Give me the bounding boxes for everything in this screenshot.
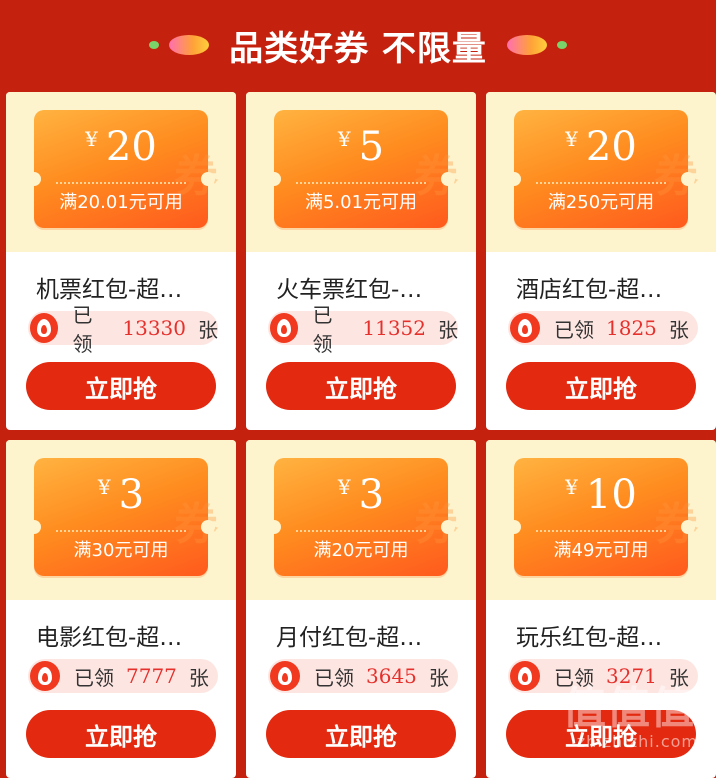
coupon-name: 月付红包-超…: [276, 625, 423, 651]
coupon-card-top: 券 ¥5 满5.01元可用: [246, 92, 476, 252]
claimed-count: 1825: [606, 316, 657, 340]
fire-icon: [30, 661, 60, 691]
yen-symbol: ¥: [85, 127, 98, 151]
claimed-unit: 张: [428, 665, 449, 690]
claimed-count: 3645: [366, 664, 417, 688]
claimed-count: 3271: [606, 664, 657, 688]
coupon-name: 玩乐红包-超…: [516, 625, 663, 651]
claimed-label: 已领: [74, 665, 114, 690]
coupon-card-top: 券 ¥3 满20元可用: [246, 440, 476, 600]
claimed-label: 已领: [312, 303, 333, 356]
coupon-card: 券 ¥5 满5.01元可用 火车票红包-… 已领 11352 张 立即抢: [246, 92, 476, 430]
coupon-card-top: 券 ¥20 满250元可用: [486, 92, 716, 252]
colorful-blob-icon: [169, 35, 210, 55]
coupon-card: 券 ¥3 满30元可用 电影红包-超… 已领 7777 张 立即抢: [6, 440, 236, 778]
ticket-divider: [56, 182, 186, 184]
coupon-amount: ¥20: [34, 124, 208, 170]
claimed-pill: 已领 3645 张: [268, 659, 458, 693]
grab-button[interactable]: 立即抢: [26, 362, 216, 410]
yen-symbol: ¥: [97, 475, 111, 499]
coupon-condition: 满250元可用: [547, 192, 655, 213]
coupon-name: 机票红包-超…: [36, 277, 183, 303]
claimed-unit: 张: [438, 317, 458, 342]
claimed-label: 已领: [554, 665, 594, 690]
claimed-unit: 张: [668, 317, 689, 342]
coupon-grid: 券 ¥20 满20.01元可用 机票红包-超… 已领 13330 张 立即抢 券…: [6, 92, 716, 778]
ticket-divider: [296, 530, 426, 532]
coupon-card: 券 ¥3 满20元可用 月付红包-超… 已领 3645 张 立即抢: [246, 440, 476, 778]
yen-symbol: ¥: [337, 127, 351, 151]
ticket-divider: [296, 182, 426, 184]
fire-icon: [270, 313, 299, 343]
section-header: 品类好券 不限量: [0, 0, 716, 90]
green-dot-icon: [149, 41, 160, 49]
claimed-pill: 已领 1825 张: [508, 311, 698, 345]
ticket-divider: [536, 530, 666, 532]
fire-icon: [510, 661, 540, 691]
claimed-count: 13330: [122, 316, 186, 340]
coupon-amount: ¥5: [274, 124, 448, 170]
coupon-condition: 满5.01元可用: [304, 192, 418, 213]
claimed-count: 11352: [362, 316, 426, 340]
green-dot-icon: [556, 41, 567, 49]
coupon-condition: 满49元可用: [553, 540, 649, 561]
coupon-ticket[interactable]: 券 ¥20 满20.01元可用: [27, 110, 218, 228]
claimed-label: 已领: [72, 303, 93, 356]
coupon-ticket[interactable]: 券 ¥20 满250元可用: [507, 110, 698, 228]
claimed-pill: 已领 13330 张: [28, 303, 218, 356]
ticket-divider: [536, 182, 666, 184]
right-decoration: [506, 35, 567, 55]
coupon-name: 火车票红包-…: [276, 277, 423, 303]
colorful-blob-icon: [506, 35, 547, 55]
claimed-unit: 张: [668, 665, 689, 690]
claimed-label: 已领: [554, 317, 594, 342]
coupon-ticket[interactable]: 券 ¥3 满30元可用: [27, 458, 218, 576]
coupon-condition: 满30元可用: [73, 540, 169, 561]
claimed-pill: 已领 7777 张: [28, 659, 218, 693]
coupon-ticket[interactable]: 券 ¥10 满49元可用: [507, 458, 698, 576]
grab-button[interactable]: 立即抢: [266, 710, 456, 758]
coupon-amount: ¥20: [514, 124, 688, 170]
coupon-value: 20: [105, 124, 157, 170]
section-title: 品类好券 不限量: [229, 28, 487, 69]
coupon-name: 酒店红包-超…: [516, 277, 663, 303]
coupon-card: 券 ¥20 满250元可用 酒店红包-超… 已领 1825 张 立即抢: [486, 92, 716, 430]
fire-icon: [510, 313, 540, 343]
claimed-count: 7777: [126, 664, 177, 688]
grab-button[interactable]: 立即抢: [506, 362, 696, 410]
claimed-unit: 张: [198, 317, 218, 342]
coupon-amount: ¥3: [34, 472, 208, 518]
grab-button[interactable]: 立即抢: [26, 710, 216, 758]
coupon-value: 3: [358, 472, 385, 518]
claimed-pill: 已领 3271 张: [508, 659, 698, 693]
fire-icon: [30, 313, 59, 343]
coupon-card: 券 ¥10 满49元可用 玩乐红包-超… 已领 3271 张 立即抢: [486, 440, 716, 778]
coupon-card-top: 券 ¥20 满20.01元可用: [6, 92, 236, 252]
claimed-label: 已领: [314, 665, 354, 690]
yen-symbol: ¥: [337, 475, 351, 499]
coupon-value: 3: [118, 472, 145, 518]
coupon-name: 电影红包-超…: [36, 625, 183, 651]
coupon-value: 20: [585, 124, 637, 170]
coupon-amount: ¥3: [274, 472, 448, 518]
fire-icon: [270, 661, 300, 691]
coupon-value: 5: [358, 124, 385, 170]
claimed-pill: 已领 11352 张: [268, 303, 458, 356]
ticket-divider: [56, 530, 186, 532]
coupon-card-top: 券 ¥10 满49元可用: [486, 440, 716, 600]
coupon-amount: ¥10: [514, 472, 688, 518]
grab-button[interactable]: 立即抢: [506, 710, 696, 758]
yen-symbol: ¥: [565, 475, 578, 499]
coupon-condition: 满20元可用: [313, 540, 409, 561]
coupon-ticket[interactable]: 券 ¥3 满20元可用: [267, 458, 458, 576]
coupon-ticket[interactable]: 券 ¥5 满5.01元可用: [267, 110, 458, 228]
grab-button[interactable]: 立即抢: [266, 362, 456, 410]
yen-symbol: ¥: [565, 127, 578, 151]
coupon-value: 10: [585, 472, 637, 518]
left-decoration: [149, 35, 210, 55]
claimed-unit: 张: [188, 665, 209, 690]
coupon-card-top: 券 ¥3 满30元可用: [6, 440, 236, 600]
coupon-card: 券 ¥20 满20.01元可用 机票红包-超… 已领 13330 张 立即抢: [6, 92, 236, 430]
coupon-condition: 满20.01元可用: [59, 192, 183, 213]
